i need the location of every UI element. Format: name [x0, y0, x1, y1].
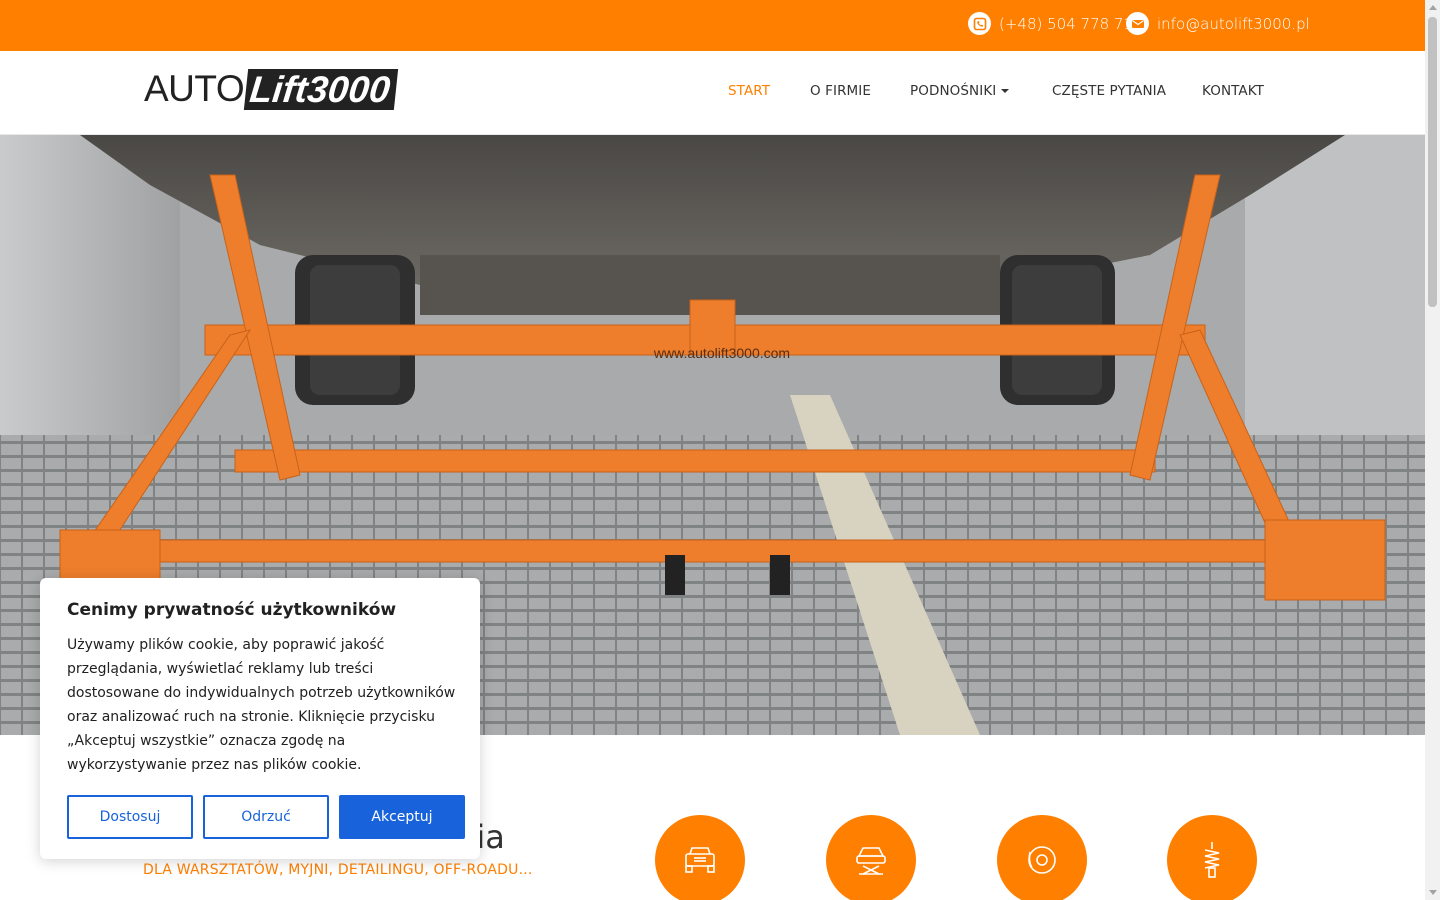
feature-car-lift[interactable]	[826, 815, 916, 900]
mail-icon	[1126, 12, 1149, 35]
nav-podnosniki[interactable]: PODNOŚNIKI	[910, 83, 1010, 99]
scrollbar-thumb[interactable]	[1428, 17, 1437, 307]
site-header: AUTO Lift3000 START O FIRMIE PODNOŚNIKI …	[0, 51, 1425, 135]
reject-button[interactable]: Odrzuć	[203, 795, 329, 839]
nav-start[interactable]: START	[728, 83, 770, 99]
phone-number: (+48) 504 778 714	[999, 14, 1143, 33]
logo-text-lift: Lift3000	[243, 68, 399, 110]
feature-shock-absorber[interactable]	[1167, 815, 1257, 900]
scroll-up-icon[interactable]	[1429, 5, 1437, 10]
site-logo[interactable]: AUTO Lift3000	[144, 68, 399, 110]
jeep-icon	[685, 847, 715, 873]
cookie-consent-banner: Cenimy prywatność użytkowników Używamy p…	[40, 578, 480, 859]
cookie-buttons: Dostosuj Odrzuć Akceptuj	[67, 795, 465, 839]
page-scrollbar[interactable]	[1425, 0, 1440, 900]
brake-disc-icon	[1028, 846, 1056, 874]
chevron-down-icon	[1001, 89, 1010, 93]
scroll-down-icon[interactable]	[1429, 890, 1437, 895]
cookie-text: Używamy plików cookie, aby poprawić jako…	[67, 637, 456, 773]
customize-button[interactable]: Dostosuj	[67, 795, 193, 839]
nav-czeste-pytania[interactable]: CZĘSTE PYTANIA	[1052, 83, 1166, 99]
email-contact[interactable]: info@autolift3000.pl	[1126, 12, 1310, 35]
cookie-title: Cenimy prywatność użytkowników	[67, 600, 397, 620]
feature-brake-disc[interactable]	[997, 815, 1087, 900]
phone-icon	[968, 12, 991, 35]
car-lift-icon	[856, 847, 886, 875]
top-bar: (+48) 504 778 714 info@autolift3000.pl	[0, 0, 1425, 51]
email-address: info@autolift3000.pl	[1157, 14, 1310, 33]
phone-contact[interactable]: (+48) 504 778 714	[968, 12, 1143, 35]
shock-absorber-icon	[1204, 842, 1220, 878]
nav-kontakt[interactable]: KONTAKT	[1202, 83, 1264, 99]
logo-text-auto: AUTO	[144, 68, 245, 109]
nav-podnosniki-label: PODNOŚNIKI	[910, 83, 997, 99]
nav-o-firmie[interactable]: O FIRMIE	[810, 83, 871, 99]
lift-website-text: www.autolift3000.com	[653, 345, 790, 361]
feature-jeep[interactable]	[655, 815, 745, 900]
section-subtitle: DLA WARSZTATÓW, MYJNI, DETAILINGU, OFF-R…	[143, 862, 533, 878]
accept-button[interactable]: Akceptuj	[339, 795, 465, 839]
